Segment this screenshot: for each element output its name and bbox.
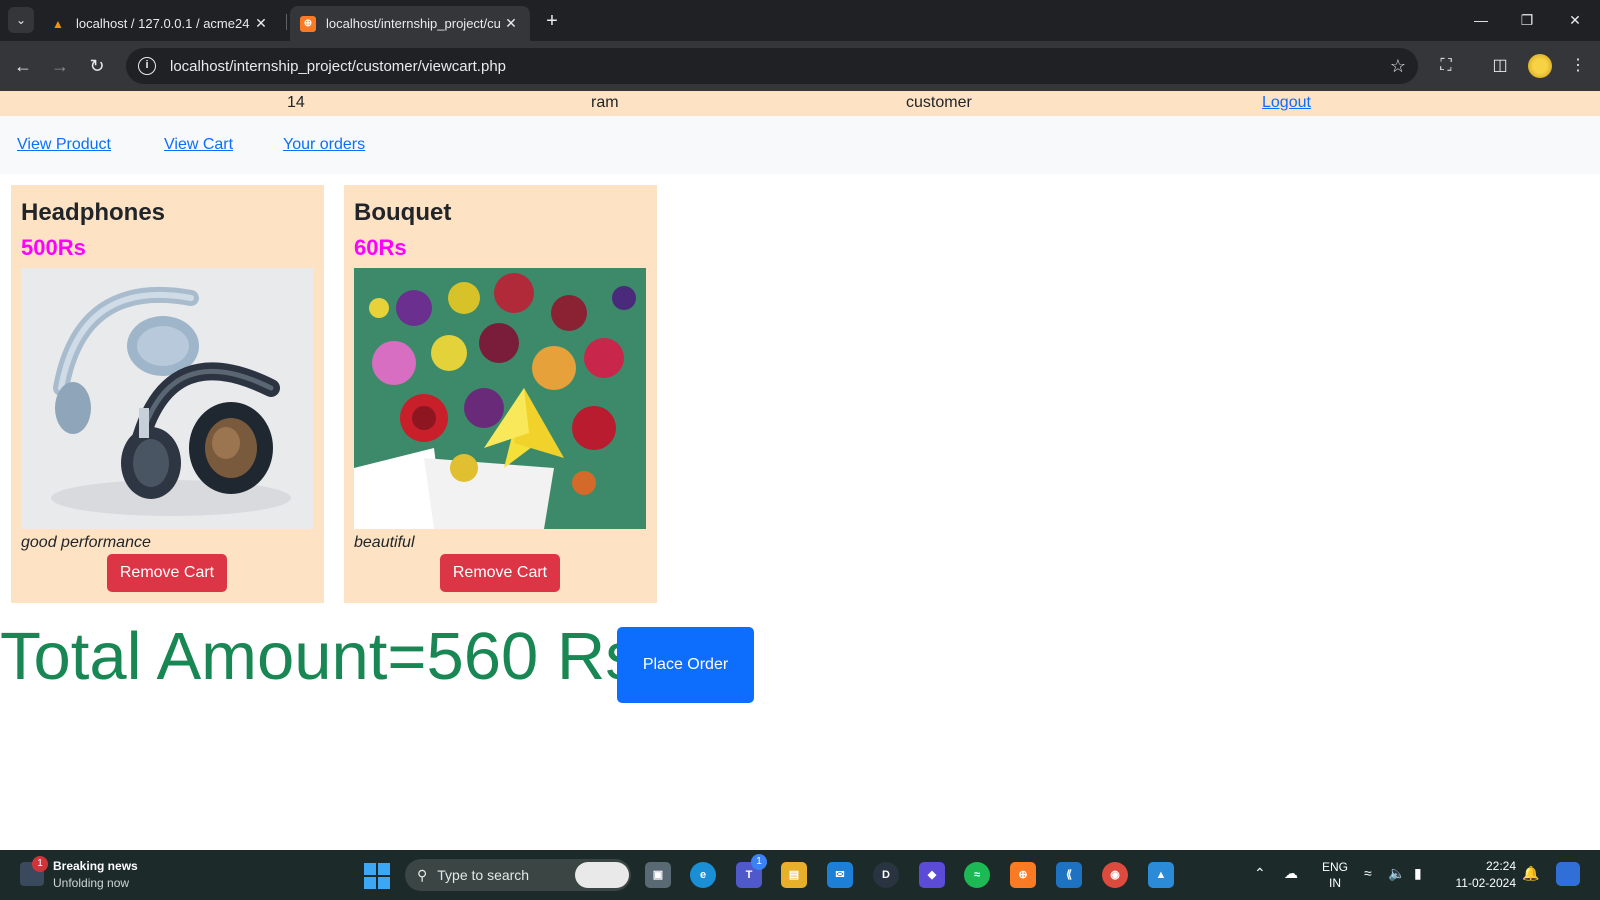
copilot-app-icon[interactable]: ◆ [919,862,945,888]
side-panel-icon[interactable]: ◫ [1488,54,1512,78]
product-description: good performance [21,534,151,551]
notification-bell-icon[interactable]: 🔔 [1522,865,1539,882]
user-info-bar: 14 ram customer Logout [0,91,1600,116]
username: ram [591,94,619,111]
product-price: 60Rs [354,235,407,260]
user-role: customer [906,94,972,111]
cart-item-card: Headphones 500Rs good performance Remove… [11,185,324,603]
product-image-bouquet [354,268,646,529]
vscode-icon[interactable]: ⟪ [1056,862,1082,888]
nav-view-product[interactable]: View Product [17,136,111,154]
tab-viewcart[interactable]: ⊕ localhost/internship_project/cu ✕ [290,6,530,41]
language-top[interactable]: ENG [1320,860,1350,874]
address-bar[interactable]: i localhost/internship_project/customer/… [126,48,1418,84]
volume-icon[interactable]: 🔈 [1388,865,1405,882]
minimize-icon[interactable]: — [1466,8,1496,32]
dell-icon[interactable]: D [873,862,899,888]
battery-icon[interactable]: ▮ [1414,865,1422,882]
remove-cart-button[interactable]: Remove Cart [107,554,227,592]
taskbar: 1 Breaking news Unfolding now ⚲ Type to … [0,850,1600,900]
onedrive-icon[interactable]: ☁ [1284,865,1298,882]
search-placeholder: Type to search [437,867,530,883]
cart-item-card: Bouquet 60Rs beautiful Remove Cart [344,185,657,603]
nav-your-orders[interactable]: Your orders [283,136,365,154]
close-icon[interactable]: ✕ [252,15,270,32]
xampp-icon[interactable]: ⊕ [1010,862,1036,888]
restore-icon[interactable]: ❐ [1512,8,1542,32]
chrome-icon[interactable]: ◉ [1102,862,1128,888]
tab-title: localhost / 127.0.0.1 / acme24 / [76,16,252,31]
tab-separator [286,14,287,30]
profile-avatar[interactable] [1528,54,1552,78]
product-name: Bouquet [354,199,452,226]
task-view-icon[interactable]: ▣ [645,862,671,888]
wifi-icon[interactable]: ≈ [1364,865,1372,881]
photos-icon[interactable]: ▲ [1148,862,1174,888]
browser-tab-bar: ⌄ ▲ localhost / 127.0.0.1 / acme24 / ✕ ⊕… [0,0,1600,41]
tab-phpmyadmin[interactable]: ▲ localhost / 127.0.0.1 / acme24 / ✕ [40,6,280,41]
back-arrow-icon[interactable]: ← [10,53,36,79]
new-tab-button[interactable]: + [540,10,564,34]
tab-title: localhost/internship_project/cu [326,16,501,31]
user-id: 14 [287,94,305,111]
edge-icon[interactable]: e [690,862,716,888]
news-badge: 1 [32,856,48,872]
tab-search-button[interactable]: ⌄ [8,7,34,33]
forward-arrow-icon[interactable]: → [47,53,73,79]
search-icon: ⚲ [417,866,428,883]
remove-cart-button[interactable]: Remove Cart [440,554,560,592]
news-subtitle[interactable]: Unfolding now [53,876,129,890]
total-amount: Total Amount=560 Rs [0,619,639,694]
windows-start-icon[interactable] [364,863,390,889]
file-explorer-icon[interactable]: ▤ [781,862,807,888]
main-nav: View Product View Cart Your orders [0,116,1600,174]
news-title[interactable]: Breaking news [53,859,138,873]
copilot-icon[interactable] [575,862,629,888]
browser-toolbar: ← → ↻ i localhost/internship_project/cus… [0,41,1600,91]
spotify-icon[interactable]: ≈ [964,862,990,888]
phpmyadmin-icon: ▲ [52,16,64,31]
mail-icon[interactable]: ✉ [827,862,853,888]
reload-icon[interactable]: ↻ [84,53,110,79]
logout-link[interactable]: Logout [1262,94,1311,112]
product-name: Headphones [21,199,166,226]
url-text[interactable]: localhost/internship_project/customer/vi… [170,58,1390,75]
xampp-icon: ⊕ [300,15,316,32]
product-image-headphones [21,268,313,529]
bookmark-star-icon[interactable]: ☆ [1390,56,1406,77]
clock-date[interactable]: 11-02-2024 [1446,876,1517,890]
extensions-icon[interactable]: ⛶ [1434,54,1458,78]
product-price: 500Rs [21,235,86,260]
site-info-icon[interactable]: i [138,57,156,75]
teams-badge: 1 [751,854,767,870]
show-hidden-icons-icon[interactable]: ⌃ [1254,865,1266,882]
copilot-tray-icon[interactable] [1556,862,1580,886]
language-bottom[interactable]: IN [1320,876,1350,890]
product-description: beautiful [354,534,415,551]
clock-time[interactable]: 22:24 [1446,859,1516,873]
close-icon[interactable]: ✕ [502,15,520,32]
menu-icon[interactable]: ⋮ [1566,54,1590,78]
nav-view-cart[interactable]: View Cart [164,136,233,154]
place-order-button[interactable]: Place Order [617,627,754,703]
window-close-icon[interactable]: ✕ [1560,8,1590,32]
